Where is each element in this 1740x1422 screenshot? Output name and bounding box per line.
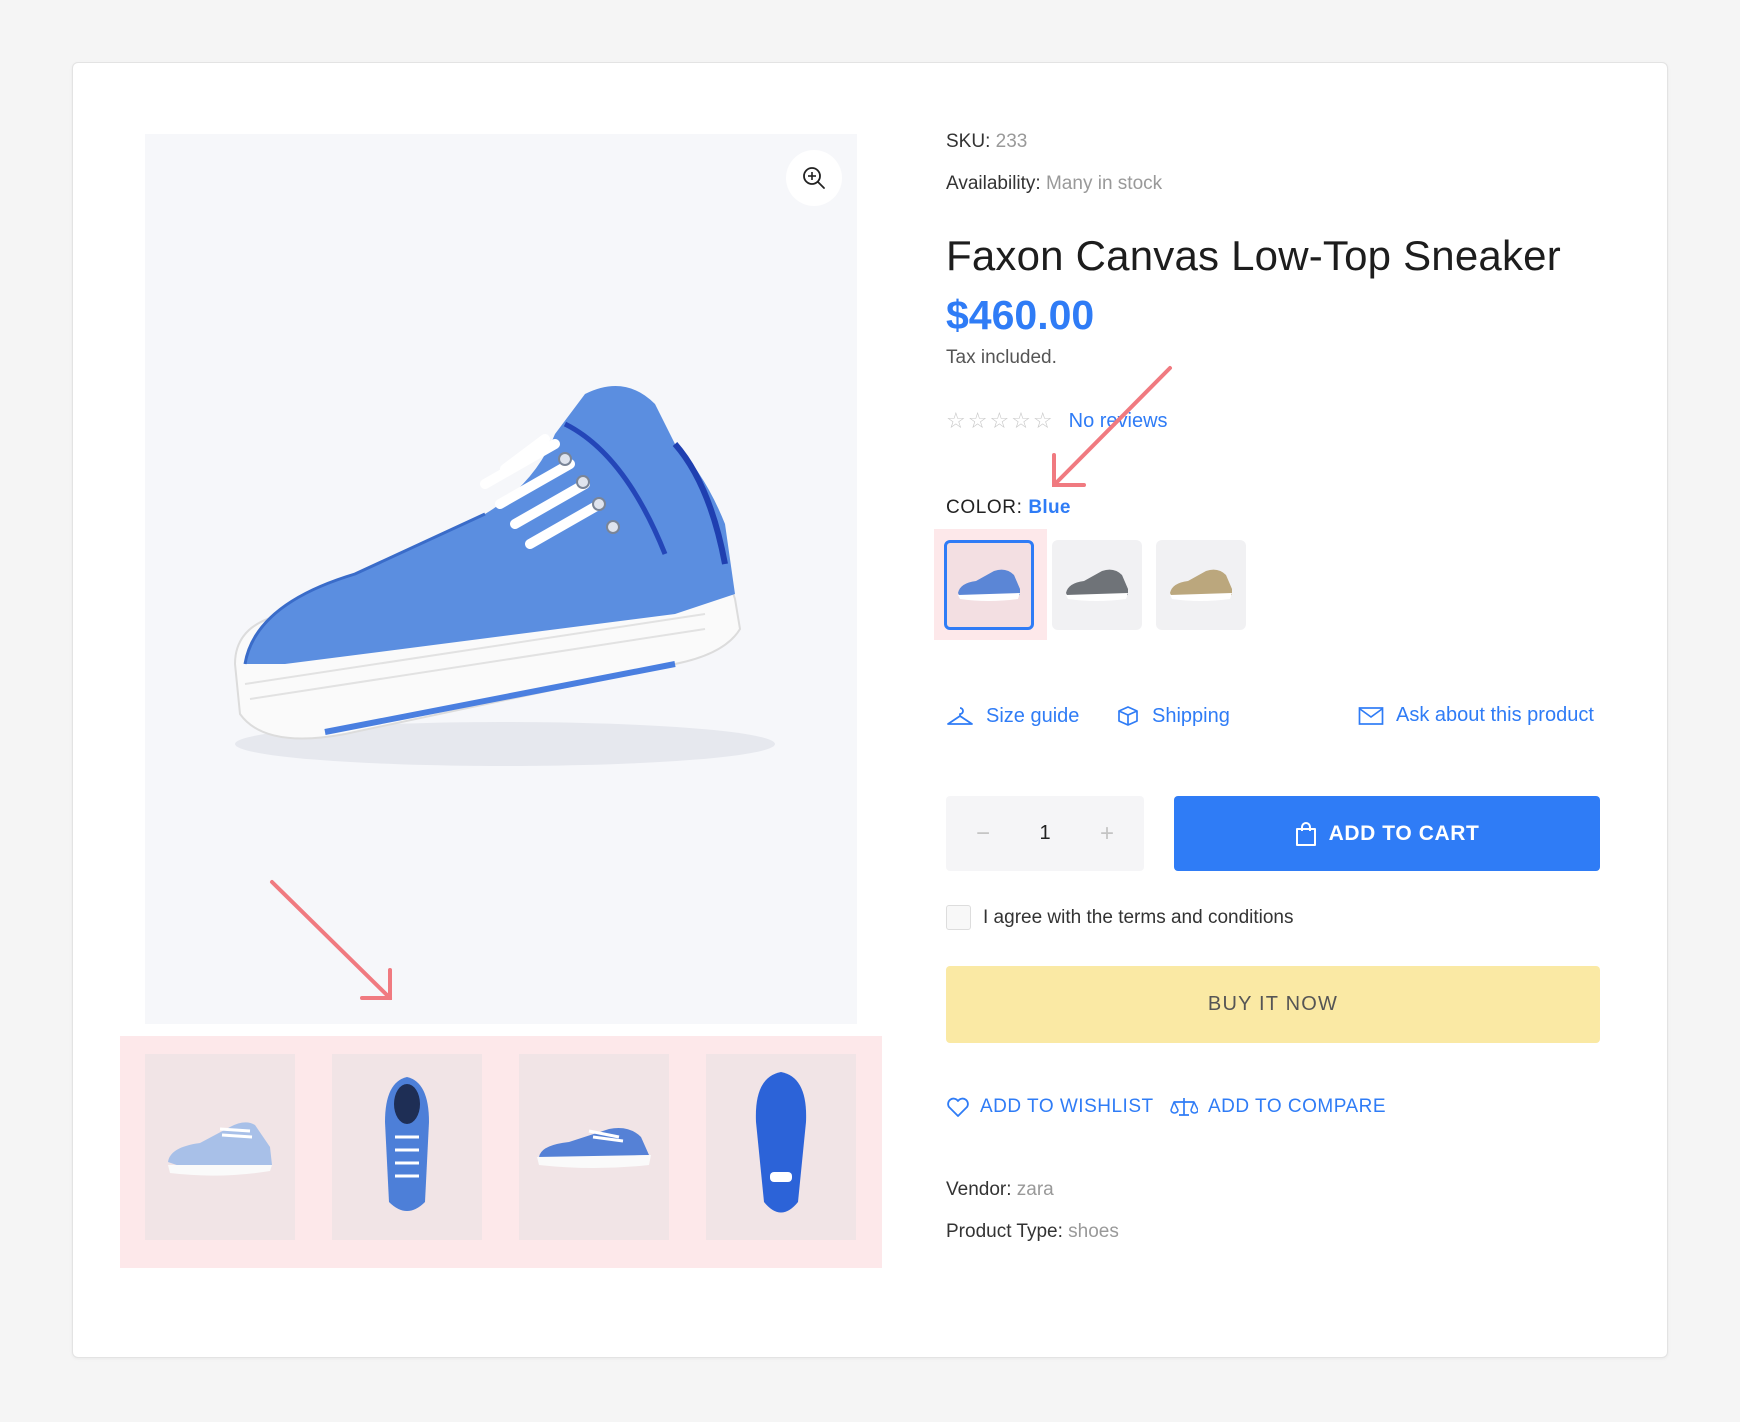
add-to-cart-label: ADD TO CART [1328,821,1480,845]
tax-note: Tax included. [946,347,1057,368]
quantity-stepper: − 1 + [946,796,1144,871]
color-selector-label: COLOR: Blue [946,497,1071,519]
sneaker-thumbnail [755,1072,807,1213]
sneaker-image [233,386,775,766]
sneaker-thumbnail [537,1128,651,1168]
color-swatch-grey[interactable] [1052,540,1142,630]
color-swatch-blue[interactable] [944,540,1034,630]
envelope-icon [1358,706,1384,725]
sneaker-swatch-image [1170,569,1232,601]
scale-icon [1170,1098,1198,1116]
sneaker-swatch-image [1066,569,1128,601]
thumbnail-gallery [120,1036,882,1268]
heart-icon [947,1097,969,1117]
terms-checkbox[interactable] [946,905,971,930]
size-guide-label: Size guide [986,704,1080,727]
product-type-label: Product Type: [946,1221,1063,1242]
thumbnail-top-view[interactable] [332,1054,482,1240]
add-to-wishlist-label: ADD TO WISHLIST [980,1096,1154,1117]
product-price: $460.00 [946,292,1095,338]
buy-it-now-button[interactable]: BUY IT NOW [946,966,1600,1043]
sku-line: SKU: 233 [946,131,1027,153]
size-guide-link[interactable]: Size guide [946,704,1079,728]
availability-line: Availability: Many in stock [946,173,1162,195]
availability-label: Availability: [946,173,1041,194]
add-to-compare-link[interactable]: ADD TO COMPARE [1170,1096,1386,1118]
product-type-line: Product Type: shoes [946,1221,1119,1243]
zoom-in-icon [803,167,825,189]
shipping-label: Shipping [1152,704,1230,727]
sneaker-swatch-image [958,569,1020,601]
zoom-button[interactable] [786,150,842,206]
hanger-icon [947,707,973,725]
add-to-cart-button[interactable]: ADD TO CART [1174,796,1600,871]
main-product-image[interactable] [145,134,857,1024]
add-to-compare-label: ADD TO COMPARE [1208,1096,1387,1117]
vendor-line: Vendor: zara [946,1179,1054,1201]
shipping-link[interactable]: Shipping [1116,704,1230,728]
product-type-value: shoes [1068,1221,1119,1242]
thumbnail-side-view[interactable] [145,1054,295,1240]
sneaker-thumbnail [168,1122,272,1176]
shopping-bag-icon [1295,821,1316,846]
availability-value: Many in stock [1045,173,1163,194]
color-swatch-beige[interactable] [1156,540,1246,630]
add-to-wishlist-link[interactable]: ADD TO WISHLIST [946,1096,1154,1118]
sneaker-thumbnail [385,1077,429,1211]
ask-about-product-label: Ask about this product [1396,704,1594,726]
ask-about-product-link[interactable]: Ask about this product [1358,704,1594,727]
product-links: Size guide Shipping Ask about this produ… [946,704,1600,732]
product-title: Faxon Canvas Low-Top Sneaker [946,232,1561,279]
rating-stars: ☆☆☆☆☆ [946,408,1055,433]
sku-value: 233 [995,131,1028,152]
rating-row: ☆☆☆☆☆ No reviews [946,408,1168,434]
box-icon [1118,706,1138,726]
color-label: COLOR: [946,497,1023,518]
quantity-value[interactable]: 1 [1039,822,1050,845]
reviews-link[interactable]: No reviews [1069,410,1168,433]
thumbnail-profile-view[interactable] [519,1054,669,1240]
color-value: Blue [1028,497,1071,518]
terms-agreement: I agree with the terms and conditions [946,905,1294,930]
vendor-label: Vendor: [946,1179,1012,1200]
thumbnail-sole-view[interactable] [706,1054,856,1240]
quantity-decrease-button[interactable]: − [976,820,990,848]
quantity-increase-button[interactable]: + [1100,820,1114,848]
vendor-value: zara [1016,1179,1054,1200]
terms-label[interactable]: I agree with the terms and conditions [983,907,1294,929]
sku-label: SKU: [946,131,991,152]
